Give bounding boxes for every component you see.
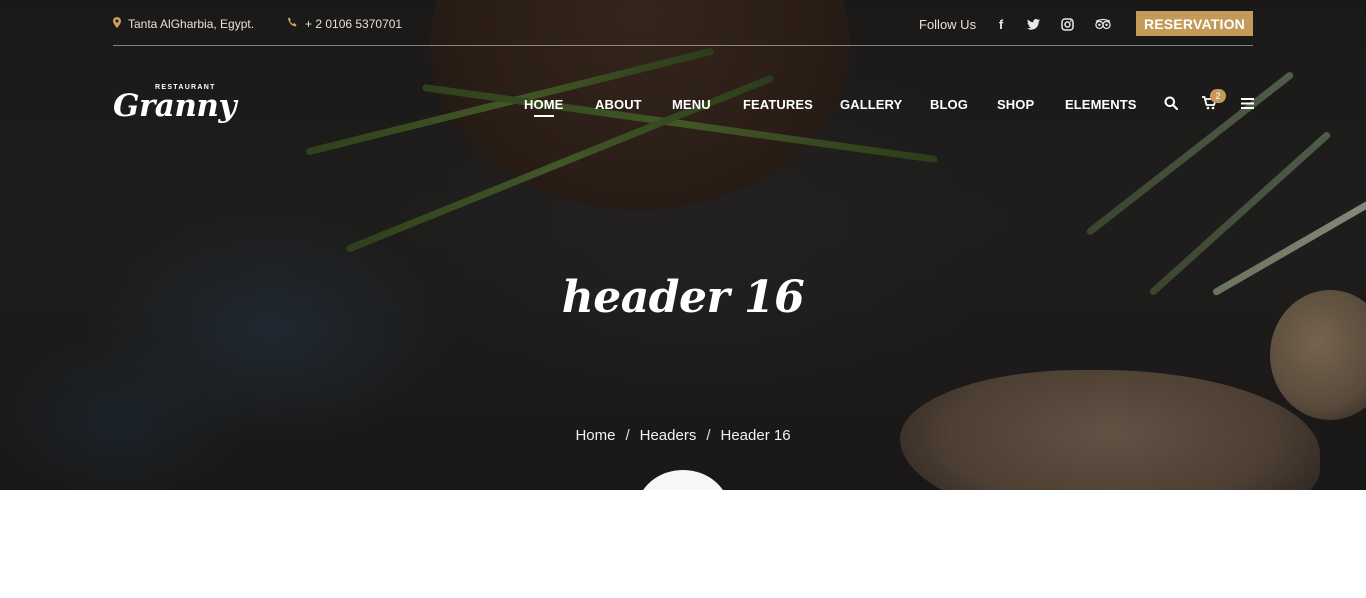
twitter-icon[interactable] (1025, 16, 1041, 32)
nav-item-home[interactable]: HOME (524, 97, 563, 117)
nav-item-shop[interactable]: SHOP (997, 97, 1034, 112)
nav-item-menu[interactable]: MENU (672, 97, 711, 112)
top-bar: Tanta AlGharbia, Egypt. + 2 0106 5370701… (113, 0, 1253, 46)
phone-icon (287, 17, 298, 31)
dark-overlay (0, 0, 1366, 490)
map-pin-icon (113, 17, 121, 31)
nav-item-blog[interactable]: BLOG (930, 97, 968, 112)
logo-name: Granny (113, 88, 236, 124)
breadcrumb-separator: / (625, 427, 630, 444)
cart-count-badge: 2 (1210, 89, 1226, 103)
nav-item-gallery[interactable]: GALLERY (840, 97, 902, 112)
tripadvisor-icon[interactable] (1095, 16, 1111, 32)
facebook-icon[interactable]: f (993, 16, 1009, 32)
page-title: header 16 (561, 272, 805, 323)
search-icon[interactable] (1163, 95, 1179, 111)
nav-item-elements[interactable]: ELEMENTS (1065, 97, 1137, 112)
phone-item[interactable]: + 2 0106 5370701 (287, 17, 402, 31)
site-logo[interactable]: RESTAURANT Granny (113, 82, 236, 128)
follow-us-label: Follow Us (919, 17, 977, 32)
instagram-icon[interactable] (1059, 16, 1075, 32)
breadcrumb-current: Header 16 (720, 427, 791, 444)
menu-icon[interactable] (1239, 95, 1255, 111)
nav-item-about[interactable]: ABOUT (595, 97, 642, 112)
phone-text[interactable]: + 2 0106 5370701 (305, 17, 402, 31)
reservation-button[interactable]: RESERVATION (1136, 11, 1253, 36)
content-area (0, 490, 1366, 598)
address-item: Tanta AlGharbia, Egypt. (113, 17, 254, 31)
breadcrumb-separator: / (706, 427, 711, 444)
page-header-hero: Tanta AlGharbia, Egypt. + 2 0106 5370701… (0, 0, 1366, 490)
address-text: Tanta AlGharbia, Egypt. (128, 17, 255, 31)
nav-item-features[interactable]: FEATURES (743, 97, 813, 112)
breadcrumb-home[interactable]: Home (575, 427, 615, 444)
breadcrumb-headers[interactable]: Headers (640, 427, 697, 444)
breadcrumb: Home / Headers / Header 16 (0, 427, 1366, 444)
